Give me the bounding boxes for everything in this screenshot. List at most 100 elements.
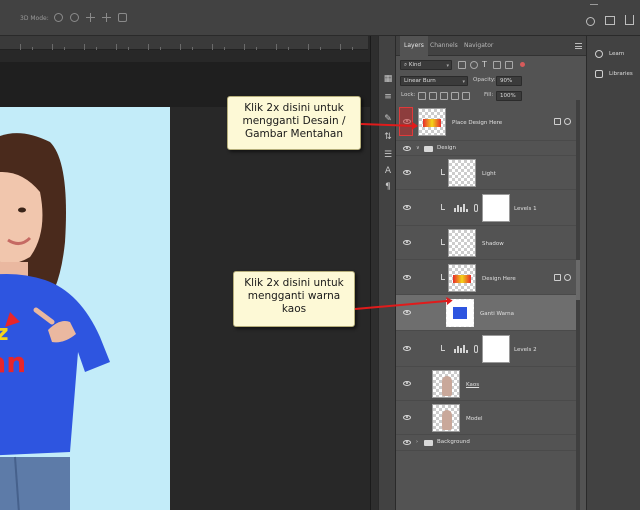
visibility-eye-icon[interactable] [403,205,411,210]
filter-kind-value: Kind [408,62,421,68]
folder-icon [424,440,433,446]
learn-label: Learn [609,51,625,57]
3d-pan-icon[interactable] [86,13,95,22]
libraries-icon [595,70,603,78]
filter-effects-icon [564,274,571,281]
visibility-eye-icon[interactable] [403,170,411,175]
share-icon[interactable] [625,15,634,25]
photoshop-window: 3D Mode: z n ▦ ≡ ✎ ⇅ ☰ A ¶ Layers Channe… [0,0,640,510]
layer-place-design-here[interactable]: Place Design Here [396,103,578,141]
blend-mode-value: Linear Burn [404,78,436,84]
clipping-mask-icon [441,274,445,280]
callout-change-color: Klik 2x disini untuk mengganti warna kao… [233,271,355,327]
lock-label: Lock: [401,92,416,98]
side-item-libraries[interactable]: Libraries [587,64,640,84]
opacity-input[interactable]: 90% [496,76,522,86]
fill-value: 100% [500,93,516,99]
visibility-eye-icon[interactable] [403,440,411,445]
layer-ganti-warna[interactable]: Ganti Warna [396,295,578,331]
lock-transparent-icon[interactable] [418,92,426,100]
layer-kaos[interactable]: Kaos [396,367,578,401]
scrollbar-thumb[interactable] [576,260,580,300]
fill-label: Fill: [484,92,494,98]
smart-filter-icon[interactable] [505,61,513,69]
type-filter-icon[interactable]: T [482,60,487,69]
history-icon[interactable]: ▦ [383,74,393,84]
blend-mode-select[interactable]: Linear Burn ▾ [400,76,468,86]
pixel-filter-icon[interactable] [458,61,466,69]
visibility-eye-icon[interactable] [403,146,411,151]
lock-pixels-icon[interactable] [429,92,437,100]
brush-icon[interactable]: ✎ [383,114,393,124]
3d-roll-icon[interactable] [70,13,79,22]
search-icon[interactable] [586,17,595,26]
layer-name: Design [437,145,456,151]
filter-effects-icon [564,118,571,125]
panel-menu-icon[interactable] [575,43,582,49]
adjustment-filter-icon[interactable] [470,61,478,69]
chevron-down-icon[interactable]: ∨ [416,145,420,151]
layer-light[interactable]: Light [396,156,578,190]
chevron-right-icon[interactable]: › [416,439,418,445]
layer-name: Design Here [482,276,516,282]
visibility-eye-icon[interactable] [403,415,411,420]
layer-thumbnail [448,229,476,257]
opacity-label: Opacity: [473,77,496,83]
tab-channels[interactable]: Channels [426,36,462,56]
canvas-scrollbar[interactable] [370,36,378,510]
layer-levels-2[interactable]: Levels 2 [396,331,578,367]
layer-name: Place Design Here [452,120,503,126]
3d-scale-icon[interactable] [118,13,127,22]
shape-filter-icon[interactable] [493,61,501,69]
callout-design-text: Klik 2x disini untuk mengganti Desain / … [242,102,346,140]
layer-thumbnail [448,264,476,292]
document-image[interactable]: dz r'an [0,107,170,510]
lock-all-icon[interactable] [462,92,470,100]
tab-layers[interactable]: Layers [400,36,428,56]
character-icon[interactable]: A [383,166,393,176]
paragraph-icon[interactable]: ¶ [383,182,393,192]
layers-scrollbar[interactable] [576,100,580,510]
3d-orbit-icon[interactable] [54,13,63,22]
filter-toggle-icon[interactable] [520,62,525,67]
panel-tabs: Layers Channels Navigator [396,36,586,56]
layer-group-background[interactable]: › Background [396,435,578,451]
link-icon [474,345,478,353]
minimize-icon[interactable] [590,4,598,5]
layer-shadow[interactable]: Shadow [396,226,578,260]
adjustments-icon[interactable]: ⇅ [383,132,393,142]
blend-row: Linear Burn ▾ Opacity: 90% [396,74,586,88]
properties-icon[interactable]: ☰ [383,150,393,160]
callout-color-text: Klik 2x disini untuk mengganti warna kao… [244,277,344,315]
layer-thumbnail [448,159,476,187]
layer-name: Shadow [482,241,504,247]
clipping-mask-icon [441,345,445,351]
horizontal-ruler [0,36,368,50]
layer-levels-1[interactable]: Levels 1 [396,190,578,226]
panel-tools-strip: ▦ ≡ ✎ ⇅ ☰ A ¶ [378,36,396,510]
layer-model[interactable]: Model [396,401,578,435]
filter-row: ⌕ Kind ▾ T [396,58,586,72]
visibility-eye-icon[interactable] [403,240,411,245]
visibility-eye-icon[interactable] [403,346,411,351]
tab-navigator[interactable]: Navigator [460,36,497,56]
filter-kind-select[interactable]: ⌕ Kind ▾ [400,60,452,70]
fill-input[interactable]: 100% [496,91,522,101]
lock-position-icon[interactable] [440,92,448,100]
layer-name: Levels 1 [514,206,537,212]
layer-mask-thumbnail [482,335,510,363]
brush-settings-icon[interactable]: ≡ [383,92,393,102]
link-icon [474,204,478,212]
visibility-eye-icon[interactable] [403,381,411,386]
3d-slide-icon[interactable] [102,13,111,22]
visibility-eye-icon[interactable] [403,275,411,280]
layer-design-here[interactable]: Design Here [396,260,578,295]
visibility-eye-icon[interactable] [403,310,411,315]
workspace-icon[interactable] [605,16,615,25]
lock-artboard-icon[interactable] [451,92,459,100]
levels-histogram-icon [454,345,468,353]
layer-group-design[interactable]: ∨ Design [396,141,578,156]
layer-thumbnail [418,108,446,136]
layer-thumbnail [432,370,460,398]
side-item-learn[interactable]: Learn [587,44,640,64]
